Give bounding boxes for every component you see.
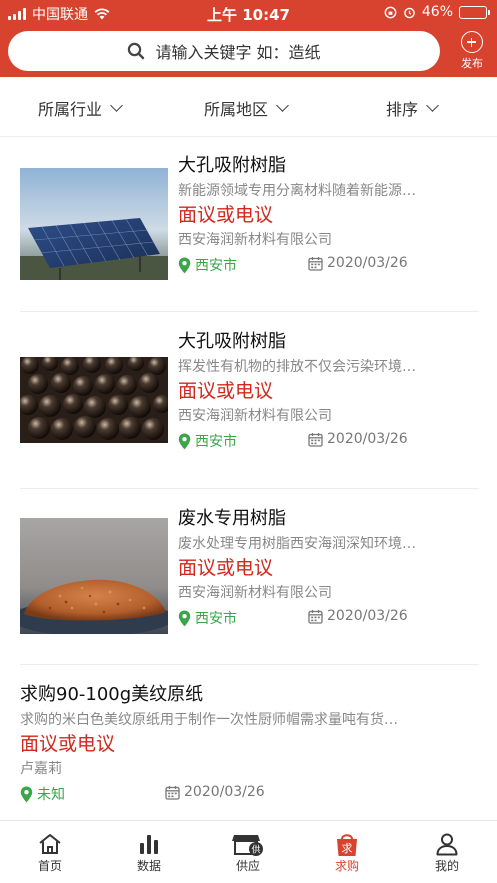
chevron-down-icon <box>110 99 123 112</box>
calendar-icon <box>165 785 180 800</box>
location-pin-icon <box>20 786 33 802</box>
listing-date: 2020/03/26 <box>165 784 265 800</box>
listing-info: 大孔吸附树脂 新能源领域专用分离材料随着新能源… 面议或电议 西安海润新材料有限… <box>178 153 479 277</box>
filter-sort[interactable]: 排序 <box>386 96 439 120</box>
listing-description: 废水处理专用树脂西安海润深知环境… <box>178 536 416 552</box>
user-icon <box>436 833 458 856</box>
divider <box>20 664 479 665</box>
listing-date: 2020/03/26 <box>308 431 408 447</box>
alarm-icon <box>404 7 415 18</box>
location-text: 西安市 <box>195 611 237 627</box>
listing-info: 废水专用树脂 废水处理专用树脂西安海润深知环境… 面议或电议 西安海润新材料有限… <box>178 506 479 630</box>
purchase-bag-icon: 求 <box>337 834 357 856</box>
tab-mine[interactable]: 我的 <box>417 831 477 874</box>
app-header: 中国联通 上午 10:47 46% 请输入关键字 如：造纸 发布 <box>0 0 497 77</box>
supply-store-icon: 供 <box>232 835 263 856</box>
battery-icon <box>459 5 490 19</box>
filter-industry[interactable]: 所属行业 <box>38 96 123 120</box>
list-item[interactable]: 废水专用树脂 废水处理专用树脂西安海润深知环境… 面议或电议 西安海润新材料有限… <box>0 506 497 646</box>
list-item[interactable]: 求购90-100g美纹原纸 求购的米白色美纹原纸用于制作一次性厨师帽需求量吨有货… <box>0 682 497 812</box>
calendar-icon <box>308 609 323 624</box>
svg-text:求: 求 <box>342 842 353 855</box>
search-placeholder: 请输入关键字 如：造纸 <box>155 43 321 62</box>
listing-info: 求购90-100g美纹原纸 求购的米白色美纹原纸用于制作一次性厨师帽需求量吨有货… <box>20 682 479 806</box>
listing-price: 面议或电议 <box>178 380 274 402</box>
listing-date: 2020/03/26 <box>308 255 408 271</box>
solar-panel-image <box>20 168 168 280</box>
listing-location: 西安市 <box>178 255 237 275</box>
plus-circle-icon <box>461 31 483 53</box>
tab-label: 供应 <box>235 859 260 873</box>
listing-title: 求购90-100g美纹原纸 <box>20 684 204 705</box>
publish-label: 发布 <box>461 57 483 70</box>
listing-price: 面议或电议 <box>178 557 274 579</box>
location-pin-icon <box>178 610 191 626</box>
location-text: 未知 <box>37 787 65 803</box>
publish-button[interactable]: 发布 <box>455 31 489 71</box>
search-bar[interactable]: 请输入关键字 如：造纸 <box>8 31 440 71</box>
listing-description: 求购的米白色美纹原纸用于制作一次性厨师帽需求量吨有货… <box>20 712 398 728</box>
resin-powder-image <box>20 518 168 634</box>
calendar-icon <box>308 256 323 271</box>
filter-bar: 所属行业 所属地区 排序 <box>0 77 497 137</box>
listing-date: 2020/03/26 <box>308 608 408 624</box>
listing-company: 西安海润新材料有限公司 <box>178 232 332 248</box>
date-text: 2020/03/26 <box>327 255 408 271</box>
listing-title: 大孔吸附树脂 <box>178 331 286 352</box>
tab-supply[interactable]: 供 供应 <box>218 831 278 874</box>
date-text: 2020/03/26 <box>327 608 408 624</box>
tab-data[interactable]: 数据 <box>119 831 179 874</box>
battery-percent: 46% <box>421 4 453 20</box>
location-text: 西安市 <box>195 434 237 450</box>
listing-location: 西安市 <box>178 608 237 628</box>
divider <box>20 488 479 489</box>
calendar-icon <box>308 432 323 447</box>
listing-company: 西安海润新材料有限公司 <box>178 585 332 601</box>
divider <box>20 311 479 312</box>
listing-description: 挥发性有机物的排放不仅会污染环境… <box>178 359 416 375</box>
filter-label: 排序 <box>386 100 419 119</box>
bottom-tab-bar: 首页 数据 供 供应 求 求购 我的 <box>0 820 497 883</box>
bar-chart-icon <box>140 835 158 854</box>
date-text: 2020/03/26 <box>184 784 265 800</box>
listing-info: 大孔吸附树脂 挥发性有机物的排放不仅会污染环境… 面议或电议 西安海润新材料有限… <box>178 329 479 453</box>
listing-location: 西安市 <box>178 431 237 451</box>
tab-label: 我的 <box>434 859 459 873</box>
listing-price: 面议或电议 <box>20 733 116 755</box>
resin-beads-image <box>20 357 168 443</box>
listing-description: 新能源领域专用分离材料随着新能源… <box>178 183 416 199</box>
tab-label: 数据 <box>136 859 161 873</box>
chevron-down-icon <box>426 99 439 112</box>
location-text: 西安市 <box>195 258 237 274</box>
search-icon <box>128 42 145 60</box>
chevron-down-icon <box>276 99 289 112</box>
list-item[interactable]: 大孔吸附树脂 挥发性有机物的排放不仅会污染环境… 面议或电议 西安海润新材料有限… <box>0 329 497 469</box>
filter-region[interactable]: 所属地区 <box>204 96 289 120</box>
tab-purchase[interactable]: 求 求购 <box>317 831 377 874</box>
orientation-lock-icon <box>384 6 397 18</box>
date-text: 2020/03/26 <box>327 431 408 447</box>
status-bar: 中国联通 上午 10:47 46% <box>0 0 497 26</box>
listing-company: 卢嘉莉 <box>20 761 62 777</box>
filter-label: 所属地区 <box>204 100 269 119</box>
home-icon <box>39 834 61 854</box>
listing-title: 大孔吸附树脂 <box>178 155 286 176</box>
filter-label: 所属行业 <box>38 100 103 119</box>
location-pin-icon <box>178 433 191 449</box>
svg-text:供: 供 <box>251 844 260 856</box>
tab-label: 求购 <box>334 859 359 873</box>
list-item[interactable]: 大孔吸附树脂 新能源领域专用分离材料随着新能源… 面议或电议 西安海润新材料有限… <box>0 153 497 293</box>
listing-price: 面议或电议 <box>178 204 274 226</box>
tab-home[interactable]: 首页 <box>20 831 80 874</box>
listing-company: 西安海润新材料有限公司 <box>178 408 332 424</box>
location-pin-icon <box>178 257 191 273</box>
tab-label: 首页 <box>37 859 62 873</box>
listing-location: 未知 <box>20 784 65 804</box>
listing-title: 废水专用树脂 <box>178 508 286 529</box>
